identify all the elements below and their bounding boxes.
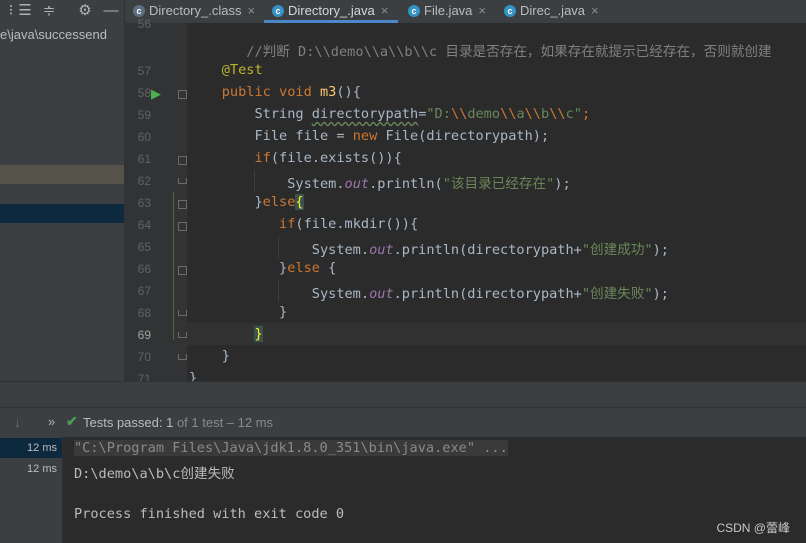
code-line-59: String directorypath="D:\\demo\\a\\b\\c"…: [254, 106, 591, 122]
fold-marker-icon[interactable]: [178, 90, 187, 99]
line-number: 62: [137, 174, 151, 188]
gear-icon[interactable]: ⚙: [76, 2, 94, 20]
panel-divider[interactable]: [0, 381, 806, 408]
project-panel: e\java\successend: [0, 23, 125, 381]
run-toolbar: ↓ » ✔ Tests passed: 1 of 1 test – 12 ms: [0, 407, 806, 438]
change-marker: [173, 192, 174, 340]
line-number-current: 69: [137, 328, 151, 342]
code-line-67: System.out.println(directorypath+"创建失败")…: [311, 286, 669, 302]
current-line-highlight: [187, 323, 806, 345]
line-number: 56: [137, 17, 151, 31]
line-number: 63: [137, 196, 151, 210]
java-class-icon: c: [408, 4, 420, 17]
minimize-icon[interactable]: —: [102, 2, 120, 20]
code-line-69: }: [254, 326, 263, 342]
console-line: D:\demo\a\b\c创建失败: [74, 466, 235, 482]
tab-directory-class[interactable]: c Directory_.class ×: [133, 0, 255, 23]
fold-marker-icon[interactable]: [178, 222, 187, 231]
code-line-68: }: [279, 304, 288, 320]
expand-all-icon[interactable]: ≑: [40, 2, 58, 20]
tab-label: Directory_.java: [288, 3, 375, 18]
top-toolbar: ⁝ ☰ ≑ ⚙ — c Directory_.class × c Directory_…: [0, 0, 806, 24]
arrow-down-icon[interactable]: ↓: [14, 414, 21, 430]
tab-label: Directory_.class: [149, 3, 242, 18]
code-line-64: if(file.mkdir()){: [279, 216, 419, 232]
double-chevron-icon[interactable]: »: [48, 414, 55, 429]
run-test-icon[interactable]: ▶: [151, 86, 161, 102]
code-line-57: @Test: [221, 62, 263, 78]
code-line-65: System.out.println(directorypath+"创建成功")…: [311, 242, 669, 258]
code-line-63: }else{: [254, 194, 304, 210]
test-tree: 12 ms 12 ms: [0, 437, 63, 543]
tab-direc-java[interactable]: c Direc_.java ×: [504, 0, 599, 23]
line-number: 67: [137, 284, 151, 298]
line-number: 70: [137, 350, 151, 364]
fold-marker-icon[interactable]: [178, 266, 187, 275]
fold-end-icon[interactable]: [178, 310, 187, 316]
close-icon[interactable]: ×: [247, 3, 255, 18]
project-item-selected[interactable]: [0, 204, 124, 223]
line-number: 59: [137, 108, 151, 122]
line-number: 65: [137, 240, 151, 254]
console-command-line: "C:\Program Files\Java\jdk1.8.0_351\bin\…: [74, 440, 508, 456]
fold-end-icon[interactable]: [178, 354, 187, 360]
test-time: 12 ms: [27, 442, 57, 454]
test-time: 12 ms: [27, 463, 57, 475]
test-status: Tests passed: 1 of 1 test – 12 ms: [83, 415, 274, 430]
line-number: 57: [137, 64, 151, 78]
line-number: 61: [137, 152, 151, 166]
code-line-56: //判断 D:\\demo\\a\\b\\c 目录是否存在，如果存在就提示已经存…: [246, 44, 772, 60]
java-class-icon: c: [504, 4, 516, 17]
fold-end-icon[interactable]: [178, 178, 187, 184]
line-number: 60: [137, 130, 151, 144]
tab-label: File.java: [424, 3, 473, 18]
fold-marker-icon[interactable]: [178, 200, 187, 209]
tab-file-java[interactable]: c File.java ×: [408, 0, 486, 23]
line-number: 71: [137, 372, 151, 381]
code-line-58: public void m3(){: [221, 84, 361, 100]
tab-label: Direc_.java: [520, 3, 586, 18]
line-number: 66: [137, 262, 151, 276]
class-icon: c: [133, 4, 145, 17]
code-line-66: }else {: [279, 260, 337, 276]
fold-end-icon[interactable]: [178, 332, 187, 338]
code-line-70: }: [221, 348, 230, 364]
java-class-icon: c: [272, 4, 284, 17]
line-number: 68: [137, 306, 151, 320]
project-path[interactable]: e\java\successend: [0, 27, 107, 42]
fold-marker-icon[interactable]: [178, 156, 187, 165]
close-icon[interactable]: ×: [381, 3, 389, 18]
code-line-62: System.out.println("该目录已经存在");: [287, 176, 571, 192]
console-line: Process finished with exit code 0: [74, 506, 345, 522]
check-icon: ✔: [66, 413, 78, 429]
close-icon[interactable]: ×: [478, 3, 486, 18]
code-line-71: }: [189, 370, 198, 381]
project-item-highlighted[interactable]: [0, 165, 124, 184]
tab-directory-java[interactable]: c Directory_.java ×: [264, 0, 398, 23]
close-icon[interactable]: ×: [591, 3, 599, 18]
watermark: CSDN @蕾峰: [716, 521, 790, 535]
code-line-60: File file = new File(directorypath);: [254, 128, 550, 144]
line-number: 58: [137, 86, 151, 100]
code-line-61: if(file.exists()){: [254, 150, 402, 166]
line-number: 64: [137, 218, 151, 232]
collapse-all-icon[interactable]: ☰: [16, 2, 34, 20]
